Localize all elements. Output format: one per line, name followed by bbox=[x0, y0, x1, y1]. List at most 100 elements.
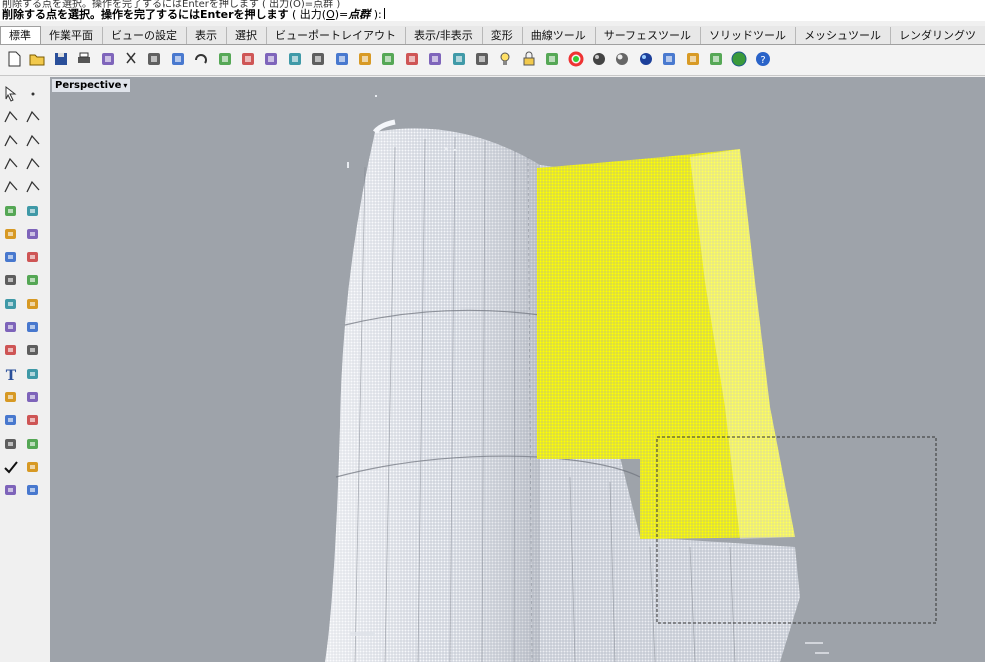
left-toolbar: T bbox=[0, 77, 50, 662]
mesh-icon[interactable] bbox=[2, 271, 20, 289]
zoom-selected-icon[interactable] bbox=[333, 50, 351, 68]
group-icon[interactable] bbox=[2, 318, 20, 336]
scale-icon[interactable] bbox=[24, 365, 42, 383]
revolve-surface-icon[interactable] bbox=[24, 202, 42, 220]
point-cloud-scene bbox=[325, 95, 937, 662]
polygon-icon[interactable] bbox=[2, 155, 20, 173]
undo-icon[interactable] bbox=[192, 50, 210, 68]
polyline-icon[interactable] bbox=[2, 108, 20, 126]
cut-icon[interactable] bbox=[122, 50, 140, 68]
tab-display[interactable]: 表示 bbox=[187, 27, 227, 44]
circle-icon[interactable] bbox=[2, 132, 20, 150]
tab-curve-tools[interactable]: 曲線ツール bbox=[523, 27, 596, 44]
material-icon[interactable] bbox=[660, 50, 678, 68]
zoom-extents-icon[interactable] bbox=[309, 50, 327, 68]
command-option-key[interactable]: O bbox=[326, 8, 335, 21]
shade-icon[interactable] bbox=[2, 481, 20, 499]
command-option-prefix: ( 出力( bbox=[288, 8, 327, 21]
trim-icon[interactable] bbox=[2, 295, 20, 313]
render-icon[interactable] bbox=[637, 50, 655, 68]
zoom-window-icon[interactable] bbox=[286, 50, 304, 68]
open-folder-icon[interactable] bbox=[28, 50, 46, 68]
dimension-tool-icon[interactable] bbox=[24, 411, 42, 429]
svg-text:T: T bbox=[6, 368, 17, 383]
command-prompt-end: ): bbox=[370, 8, 382, 21]
box-solid-icon[interactable] bbox=[2, 225, 20, 243]
main-toolbar: ? bbox=[0, 45, 985, 76]
tab-render-tools[interactable]: レンダリングツ bbox=[891, 27, 985, 44]
dimension-icon[interactable] bbox=[707, 50, 725, 68]
copy-icon[interactable] bbox=[145, 50, 163, 68]
lock-icon[interactable] bbox=[520, 50, 538, 68]
four-viewports-icon[interactable] bbox=[379, 50, 397, 68]
move-icon[interactable] bbox=[2, 341, 20, 359]
tab-standard[interactable]: 標準 bbox=[0, 26, 41, 44]
tab-solid-tools[interactable]: ソリッドツール bbox=[701, 27, 797, 44]
undo-view-icon[interactable] bbox=[356, 50, 374, 68]
save-icon[interactable] bbox=[52, 50, 70, 68]
svg-text:?: ? bbox=[760, 55, 765, 66]
print-icon[interactable] bbox=[75, 50, 93, 68]
perspective-viewport[interactable]: Perspective ▾ bbox=[50, 77, 985, 662]
ungroup-icon[interactable] bbox=[24, 318, 42, 336]
point-icon[interactable] bbox=[24, 85, 42, 103]
cylinder-solid-icon[interactable] bbox=[2, 248, 20, 266]
gumball-icon[interactable] bbox=[24, 435, 42, 453]
rotate-view-icon[interactable] bbox=[239, 50, 257, 68]
tab-surface-tools[interactable]: サーフェスツール bbox=[596, 27, 702, 44]
split-icon[interactable] bbox=[24, 295, 42, 313]
options-gear-icon[interactable] bbox=[684, 50, 702, 68]
tab-cplanes[interactable]: 作業平面 bbox=[41, 27, 103, 44]
sphere-solid-icon[interactable] bbox=[24, 225, 42, 243]
text-caret bbox=[383, 8, 385, 19]
globe-icon[interactable] bbox=[730, 50, 748, 68]
layer-icon[interactable] bbox=[543, 50, 561, 68]
named-view-car-icon[interactable] bbox=[403, 50, 421, 68]
new-file-icon[interactable] bbox=[5, 50, 23, 68]
color-wheel-icon[interactable] bbox=[567, 50, 585, 68]
copy-move-icon[interactable] bbox=[24, 341, 42, 359]
command-option-value[interactable]: 点群 bbox=[348, 8, 370, 21]
command-prompt[interactable]: 削除する点を選択。操作を完了するにはEnterを押します ( 出力(O)=点群 … bbox=[2, 6, 385, 21]
target-icon[interactable] bbox=[450, 50, 468, 68]
paste-icon[interactable] bbox=[169, 50, 187, 68]
tab-mesh-tools[interactable]: メッシュツール bbox=[796, 27, 892, 44]
check-icon[interactable] bbox=[2, 458, 20, 476]
help-icon[interactable]: ? bbox=[754, 50, 772, 68]
paint-icon[interactable] bbox=[24, 481, 42, 499]
command-option-suffix: )= bbox=[334, 8, 349, 21]
import-icon[interactable] bbox=[99, 50, 117, 68]
curve-icon[interactable] bbox=[24, 108, 42, 126]
command-prompt-text: 削除する点を選択。操作を完了するにはEnterを押します bbox=[2, 8, 289, 21]
rendered-sphere-icon[interactable] bbox=[613, 50, 631, 68]
surface-edit-icon[interactable] bbox=[24, 271, 42, 289]
tab-transform[interactable]: 変形 bbox=[483, 27, 523, 44]
tab-set-view[interactable]: ビューの設定 bbox=[103, 27, 187, 44]
grid-snap-icon[interactable] bbox=[473, 50, 491, 68]
zoom-icon[interactable] bbox=[262, 50, 280, 68]
point-cloud-shading bbox=[325, 128, 540, 662]
shaded-sphere-icon[interactable] bbox=[590, 50, 608, 68]
boolean-icon[interactable] bbox=[24, 248, 42, 266]
arc-icon[interactable] bbox=[2, 178, 20, 196]
fillet-curve-icon[interactable] bbox=[24, 178, 42, 196]
blocks-icon[interactable] bbox=[24, 388, 42, 406]
select-arrow-icon[interactable] bbox=[2, 85, 20, 103]
array-icon[interactable] bbox=[2, 388, 20, 406]
light-bulb-icon[interactable] bbox=[496, 50, 514, 68]
toolbar-tabs: 標準 作業平面 ビューの設定 表示 選択 ビューポートレイアウト 表示/非表示 変形 曲線ツール… bbox=[0, 26, 985, 45]
grid-icon[interactable] bbox=[2, 435, 20, 453]
extrude-surface-icon[interactable] bbox=[2, 202, 20, 220]
rectangle-icon[interactable] bbox=[24, 155, 42, 173]
render-tool-icon[interactable] bbox=[24, 458, 42, 476]
tab-select[interactable]: 選択 bbox=[227, 27, 267, 44]
camera-icon[interactable] bbox=[426, 50, 444, 68]
tab-visibility[interactable]: 表示/非表示 bbox=[406, 27, 483, 44]
pan-hand-icon[interactable] bbox=[216, 50, 234, 68]
text-icon[interactable]: T bbox=[2, 365, 20, 383]
viewport-title[interactable]: Perspective ▾ bbox=[52, 79, 131, 92]
tab-viewport-layout[interactable]: ビューポートレイアウト bbox=[267, 27, 406, 44]
chevron-down-icon[interactable]: ▾ bbox=[123, 81, 127, 90]
analyze-icon[interactable] bbox=[2, 411, 20, 429]
ellipse-icon[interactable] bbox=[24, 132, 42, 150]
